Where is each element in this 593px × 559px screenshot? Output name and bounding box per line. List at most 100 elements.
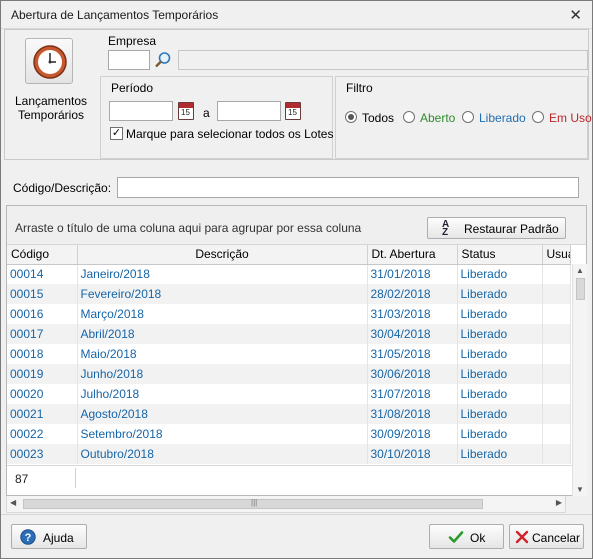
cell-code[interactable]: 00018: [7, 344, 78, 364]
cell-code[interactable]: 00020: [7, 384, 78, 404]
cell-description[interactable]: Abril/2018: [77, 324, 368, 344]
cell-status[interactable]: Liberado: [457, 264, 543, 284]
cell-user[interactable]: [542, 344, 571, 364]
column-header-descricao[interactable]: Descrição: [77, 245, 368, 265]
cell-description[interactable]: Julho/2018: [77, 384, 368, 404]
cell-code[interactable]: 00022: [7, 424, 78, 444]
calendar-day: 15: [181, 108, 190, 117]
code-description-input[interactable]: [117, 177, 579, 198]
restore-default-button[interactable]: AZ Restaurar Padrão: [427, 217, 566, 239]
cell-user[interactable]: [542, 284, 571, 304]
cell-status[interactable]: Liberado: [457, 424, 543, 444]
cell-date[interactable]: 30/06/2018: [367, 364, 458, 384]
table-row[interactable]: 00017 Abril/2018 30/04/2018 Liberado: [7, 324, 571, 344]
cell-description[interactable]: Janeiro/2018: [77, 264, 368, 284]
cell-status[interactable]: Liberado: [457, 404, 543, 424]
cell-date[interactable]: 28/02/2018: [367, 284, 458, 304]
calendar-start-icon[interactable]: 15: [178, 102, 194, 120]
cell-date[interactable]: 30/10/2018: [367, 444, 458, 464]
bottom-divider: [1, 514, 592, 515]
cell-date[interactable]: 31/05/2018: [367, 344, 458, 364]
empresa-code-field[interactable]: [108, 50, 150, 70]
cell-date[interactable]: 30/09/2018: [367, 424, 458, 444]
help-icon: ?: [20, 529, 36, 545]
cell-user[interactable]: [542, 444, 571, 464]
cell-description[interactable]: Outubro/2018: [77, 444, 368, 464]
table-row[interactable]: 00022 Setembro/2018 30/09/2018 Liberado: [7, 424, 571, 444]
cell-description[interactable]: Maio/2018: [77, 344, 368, 364]
cell-code[interactable]: 00023: [7, 444, 78, 464]
column-header-codigo[interactable]: Código: [7, 245, 78, 265]
cell-date[interactable]: 31/01/2018: [367, 264, 458, 284]
cell-description[interactable]: Março/2018: [77, 304, 368, 324]
table-row[interactable]: 00016 Março/2018 31/03/2018 Liberado: [7, 304, 571, 324]
table-row[interactable]: 00020 Julho/2018 31/07/2018 Liberado: [7, 384, 571, 404]
filtro-group: Filtro Todos Aberto Liberado Em Uso: [335, 76, 592, 159]
scroll-right-icon[interactable]: ▶: [556, 498, 562, 507]
cell-code[interactable]: 00021: [7, 404, 78, 424]
table-row[interactable]: 00023 Outubro/2018 30/10/2018 Liberado: [7, 444, 571, 464]
cell-date[interactable]: 31/03/2018: [367, 304, 458, 324]
cell-description[interactable]: Fevereiro/2018: [77, 284, 368, 304]
cell-date[interactable]: 30/04/2018: [367, 324, 458, 344]
cell-code[interactable]: 00015: [7, 284, 78, 304]
cell-user[interactable]: [542, 264, 571, 284]
group-by-hint: Arraste o título de uma coluna aqui para…: [15, 221, 362, 235]
cell-code[interactable]: 00017: [7, 324, 78, 344]
group-by-bar[interactable]: Arraste o título de uma coluna aqui para…: [7, 206, 586, 245]
cell-description[interactable]: Agosto/2018: [77, 404, 368, 424]
cell-code[interactable]: 00014: [7, 264, 78, 284]
column-header-status[interactable]: Status: [457, 245, 543, 265]
cell-status[interactable]: Liberado: [457, 364, 543, 384]
cell-status[interactable]: Liberado: [457, 304, 543, 324]
table-row[interactable]: 00019 Junho/2018 30/06/2018 Liberado: [7, 364, 571, 384]
column-header-dt-abertura[interactable]: Dt. Abertura: [367, 245, 458, 265]
calendar-end-icon[interactable]: 15: [285, 102, 301, 120]
column-header-usuario[interactable]: Usuá: [542, 245, 571, 265]
search-icon[interactable]: [154, 51, 172, 69]
table-row[interactable]: 00018 Maio/2018 31/05/2018 Liberado: [7, 344, 571, 364]
cell-user[interactable]: [542, 304, 571, 324]
module-clock-button[interactable]: [25, 38, 73, 84]
radio-aberto[interactable]: [403, 111, 415, 123]
close-icon[interactable]: ✕: [569, 6, 582, 24]
help-button[interactable]: ? Ajuda: [11, 524, 87, 549]
scroll-down-icon[interactable]: ▼: [576, 485, 584, 494]
radio-em-uso[interactable]: [532, 111, 544, 123]
cell-user[interactable]: [542, 364, 571, 384]
cancel-button[interactable]: Cancelar: [509, 524, 584, 549]
table-row[interactable]: 00021 Agosto/2018 31/08/2018 Liberado: [7, 404, 571, 424]
periodo-end-field[interactable]: [217, 101, 281, 121]
cell-description[interactable]: Junho/2018: [77, 364, 368, 384]
cell-status[interactable]: Liberado: [457, 344, 543, 364]
table-row[interactable]: 00015 Fevereiro/2018 28/02/2018 Liberado: [7, 284, 571, 304]
module-label: Lançamentos Temporários: [11, 94, 91, 122]
vertical-scroll-thumb[interactable]: [576, 278, 585, 300]
scroll-left-icon[interactable]: ◀: [10, 498, 16, 507]
empresa-title: Empresa: [108, 34, 157, 48]
cell-code[interactable]: 00016: [7, 304, 78, 324]
cell-date[interactable]: 31/07/2018: [367, 384, 458, 404]
cell-user[interactable]: [542, 424, 571, 444]
ok-button[interactable]: Ok: [429, 524, 504, 549]
window-title: Abertura de Lançamentos Temporários: [11, 8, 219, 22]
vertical-scrollbar[interactable]: ▲ ▼: [572, 264, 587, 496]
cell-code[interactable]: 00019: [7, 364, 78, 384]
cell-description[interactable]: Setembro/2018: [77, 424, 368, 444]
scroll-up-icon[interactable]: ▲: [576, 266, 584, 275]
cell-date[interactable]: 31/08/2018: [367, 404, 458, 424]
radio-todos[interactable]: [345, 111, 357, 123]
cell-user[interactable]: [542, 404, 571, 424]
cell-status[interactable]: Liberado: [457, 444, 543, 464]
radio-liberado[interactable]: [462, 111, 474, 123]
dialog-window: Abertura de Lançamentos Temporários ✕ La…: [0, 0, 593, 559]
cell-status[interactable]: Liberado: [457, 384, 543, 404]
cell-status[interactable]: Liberado: [457, 284, 543, 304]
horizontal-scrollbar[interactable]: ◀ ||| ▶: [6, 496, 566, 513]
periodo-start-field[interactable]: [109, 101, 173, 121]
cell-user[interactable]: [542, 324, 571, 344]
cell-user[interactable]: [542, 384, 571, 404]
table-row[interactable]: 00014 Janeiro/2018 31/01/2018 Liberado: [7, 264, 571, 284]
cell-status[interactable]: Liberado: [457, 324, 543, 344]
select-all-checkbox[interactable]: ✓: [110, 127, 123, 140]
